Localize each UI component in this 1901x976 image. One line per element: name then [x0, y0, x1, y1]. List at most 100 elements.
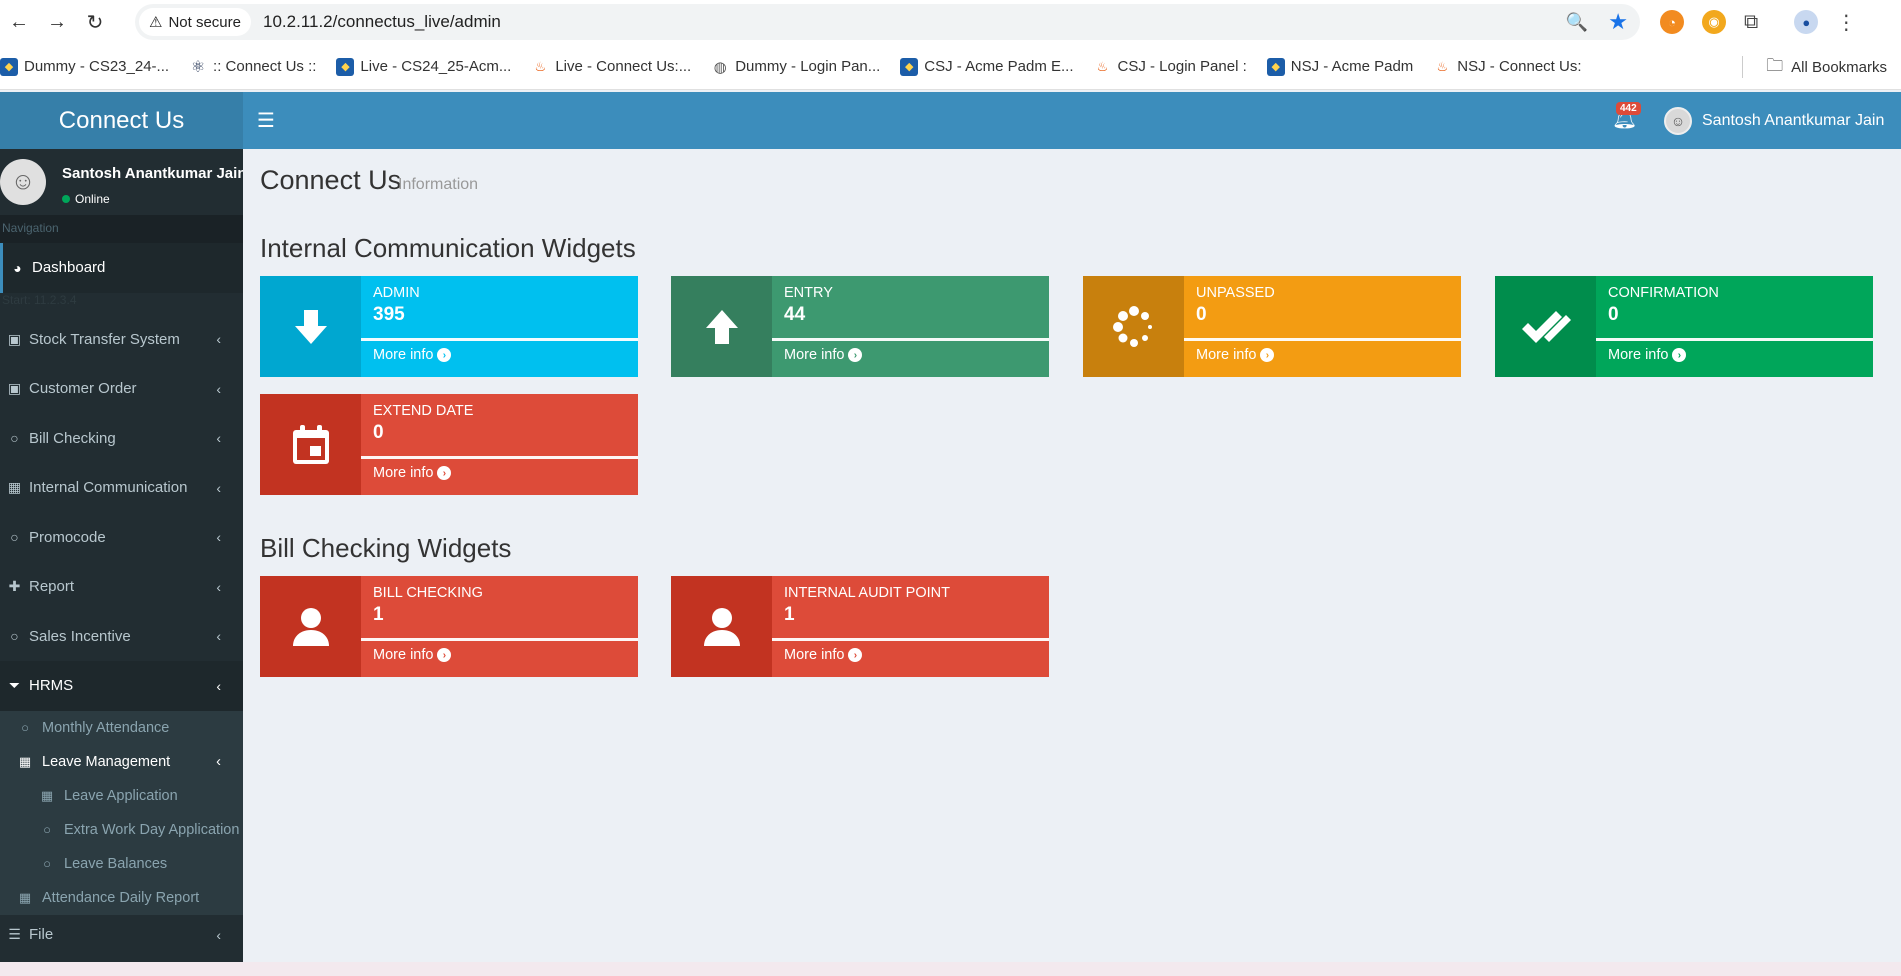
extension-coin-icon[interactable]: ◉ — [1702, 10, 1726, 34]
zoom-icon[interactable]: 🔍 — [1566, 12, 1588, 33]
chevron-left-icon: ‹ — [216, 578, 221, 595]
sidebar-item-report[interactable]: ✚ Report ‹ — [0, 562, 243, 612]
ck-favicon-icon: ◆ — [900, 57, 919, 76]
section-title-internal: Internal Communication Widgets — [260, 233, 636, 263]
sidebar-item-sales-incentive[interactable]: ○ Sales Incentive ‹ — [0, 612, 243, 662]
progress-bar — [361, 456, 638, 459]
user-name: Santosh Anantkumar Jain — [1702, 111, 1885, 129]
info-box-label: BILL CHECKING — [373, 585, 483, 601]
circle-icon: ○ — [10, 430, 19, 447]
sidebar-item-internal-communication[interactable]: ▦ Internal Communication ‹ — [0, 463, 243, 513]
sidebar-item-bill-checking[interactable]: ○ Bill Checking ‹ — [0, 414, 243, 464]
table-icon: ▦ — [18, 753, 32, 769]
warning-icon: ⚠ — [149, 14, 163, 31]
sidebar-item-promocode[interactable]: ○ Promocode ‹ — [0, 513, 243, 563]
app-logo[interactable]: Connect Us — [0, 92, 243, 149]
more-info-link[interactable]: More info › — [373, 347, 452, 363]
taskbar-strip — [0, 962, 1901, 976]
bookmark-item[interactable]: ◆ NSJ - Acme Padm — [1266, 57, 1413, 76]
user-panel: ☺ Santosh Anantkumar Jain Online — [0, 149, 243, 215]
bookmark-item[interactable]: ◆ CSJ - Acme Padm E... — [900, 57, 1074, 76]
page-title: Connect Us — [260, 165, 402, 195]
arrow-down-icon — [260, 276, 361, 377]
dashboard-icon: ◕ — [13, 259, 22, 276]
bookmarks-divider — [1742, 56, 1743, 78]
globe-favicon-icon: ◍ — [713, 58, 727, 76]
app-header: Connect Us ☰ 🔔︎ 442 ☺ Santosh Anantkumar… — [0, 92, 1901, 149]
info-box-label: ADMIN — [373, 285, 420, 301]
reload-icon[interactable]: ↻ — [76, 4, 114, 40]
profile-icon[interactable]: ● — [1794, 10, 1819, 34]
table-icon: ▦ — [40, 787, 54, 803]
url-text[interactable]: 10.2.11.2/connectus_live/admin — [263, 12, 501, 32]
extensions-puzzle-icon[interactable]: ⧉ — [1744, 11, 1758, 34]
avatar: ☺ — [1664, 106, 1692, 135]
sidebar-item-customer-order[interactable]: ▣ Customer Order ‹ — [0, 364, 243, 414]
bookmark-item[interactable]: ◆ Dummy - CS23_24-... — [0, 57, 169, 76]
security-chip[interactable]: ⚠ Not secure — [139, 8, 251, 36]
bookmark-item[interactable]: ◍ Dummy - Login Pan... — [711, 58, 881, 76]
user-icon — [671, 576, 772, 677]
arrow-circle-right-icon: › — [1672, 348, 1687, 362]
bookmark-item[interactable]: ◆ Live - CS24_25-Acm... — [336, 57, 511, 76]
chevron-left-icon: ‹ — [216, 331, 221, 348]
progress-bar — [772, 638, 1049, 641]
sidebar-item-dashboard[interactable]: ◕ Dashboard — [0, 243, 243, 293]
arrow-up-icon — [671, 276, 772, 377]
arrow-circle-right-icon: › — [437, 648, 452, 662]
sidebar-item-hrms[interactable]: ⏷ HRMS ‹ — [0, 661, 243, 711]
avatar: ☺ — [0, 159, 46, 205]
sidebar-item-stock-transfer[interactable]: ▣ Stock Transfer System ‹ — [0, 315, 243, 365]
info-box-entry: ENTRY 44 More info › — [671, 276, 1049, 377]
back-icon[interactable]: ← — [0, 4, 38, 40]
info-box-number: 395 — [373, 304, 405, 325]
bookmark-item[interactable]: ⚛:: Connect Us :: — [189, 58, 317, 76]
menu-kebab-icon[interactable]: ⋮ — [1836, 10, 1856, 35]
info-box-admin: ADMIN 395 More info › — [260, 276, 638, 377]
bookmark-item[interactable]: ♨ Live - Connect Us:... — [531, 58, 692, 76]
bookmark-item[interactable]: ♨ CSJ - Login Panel : — [1094, 58, 1247, 76]
all-bookmarks-button[interactable]: 🗀 All Bookmarks — [1766, 44, 1887, 90]
more-info-link[interactable]: More info › — [784, 647, 863, 663]
info-box-bill-checking: BILL CHECKING 1 More info › — [260, 576, 638, 677]
hrms-submenu: ○ Monthly Attendance ▦ Leave Management … — [0, 710, 243, 915]
arrow-circle-right-icon: › — [848, 648, 863, 662]
sidebar-item-extra-work-day[interactable]: ○ Extra Work Day Application — [0, 813, 243, 847]
more-info-link[interactable]: More info › — [373, 647, 452, 663]
sidebar-item-monthly-attendance[interactable]: ○ Monthly Attendance — [0, 711, 243, 745]
more-info-link[interactable]: More info › — [1608, 347, 1687, 363]
sidebar-item-file[interactable]: ☰ File ‹ — [0, 915, 243, 955]
more-info-link[interactable]: More info › — [784, 347, 863, 363]
sidebar-item-leave-application[interactable]: ▦ Leave Application — [0, 779, 243, 813]
calendar-icon — [260, 394, 361, 495]
info-box-number: 44 — [784, 304, 806, 325]
arrow-circle-right-icon: › — [437, 348, 452, 362]
forward-icon[interactable]: → — [38, 4, 76, 40]
user-menu[interactable]: ☺ Santosh Anantkumar Jain — [1664, 92, 1884, 149]
notification-badge: 442 — [1616, 102, 1641, 115]
sidebar-item-leave-management[interactable]: ▦ Leave Management ‹ — [0, 745, 243, 779]
info-box-label: UNPASSED — [1196, 285, 1275, 301]
more-info-link[interactable]: More info › — [1196, 347, 1275, 363]
info-box-number: 0 — [373, 422, 384, 443]
info-box-label: INTERNAL AUDIT POINT — [784, 585, 950, 601]
sidebar-toggle-icon[interactable]: ☰ — [257, 108, 275, 133]
info-box-confirmation: CONFIRMATION 0 More info › — [1495, 276, 1873, 377]
more-info-link[interactable]: More info › — [373, 465, 452, 481]
sidebar-item-attendance-daily-report[interactable]: ▦ Attendance Daily Report — [0, 881, 243, 915]
extension-speed-icon[interactable]: ◔ — [1660, 10, 1684, 34]
double-check-icon — [1495, 276, 1596, 377]
info-box-label: ENTRY — [784, 285, 833, 301]
bookmark-item[interactable]: ♨ NSJ - Connect Us: — [1433, 58, 1581, 76]
circle-icon: ○ — [43, 822, 51, 837]
folder-icon: 🗀 — [1766, 55, 1784, 75]
info-box-extend-date: EXTEND DATE 0 More info › — [260, 394, 638, 495]
money-icon: ▣ — [7, 380, 22, 397]
flame-favicon-icon: ♨ — [534, 58, 547, 74]
info-box-number: 0 — [1196, 304, 1207, 325]
address-bar[interactable]: ⚠ Not secure 10.2.11.2/connectus_live/ad… — [135, 4, 1640, 40]
chevron-left-icon: ‹ — [216, 479, 221, 496]
chevron-left-icon: ‹ — [216, 753, 221, 770]
bookmark-star-icon[interactable]: ★ — [1608, 9, 1628, 35]
sidebar-item-leave-balances[interactable]: ○ Leave Balances — [0, 847, 243, 881]
